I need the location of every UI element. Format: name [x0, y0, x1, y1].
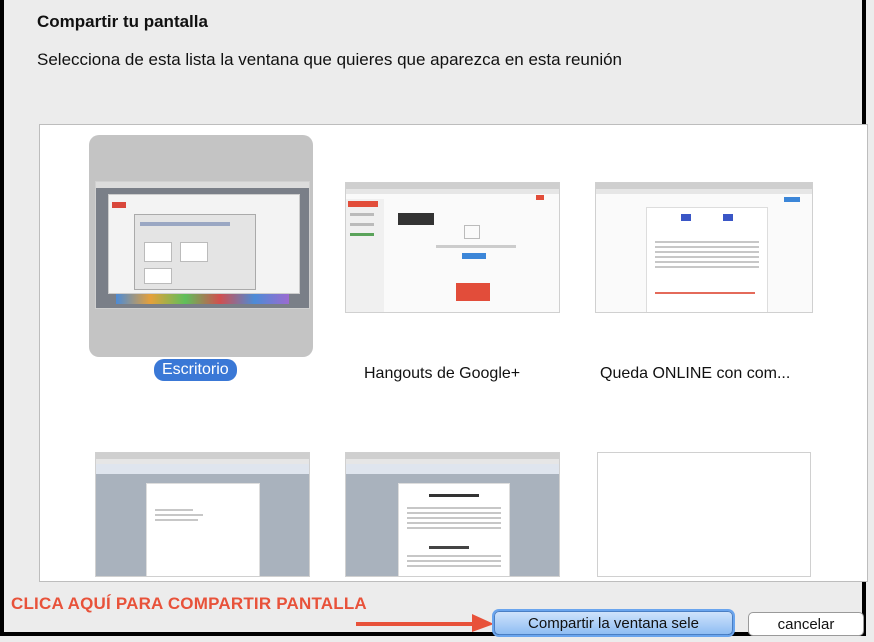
- share-screen-dialog: Compartir tu pantalla Selecciona de esta…: [0, 0, 868, 636]
- annotation-arrow-icon: [356, 614, 494, 632]
- window-label-queda-online[interactable]: Queda ONLINE con com...: [600, 365, 790, 383]
- window-thumb-hangouts[interactable]: [345, 182, 560, 313]
- dialog-title: Compartir tu pantalla: [37, 12, 208, 31]
- window-thumb-word-doc-2[interactable]: [345, 452, 560, 577]
- share-window-button[interactable]: Compartir la ventana sele: [494, 611, 733, 635]
- annotation-callout: CLICA AQUÍ PARA COMPARTIR PANTALLA: [11, 594, 367, 613]
- window-thumb-escritorio[interactable]: [95, 181, 310, 309]
- window-label-hangouts[interactable]: Hangouts de Google+: [364, 365, 520, 383]
- window-thumb-queda-online[interactable]: [595, 182, 813, 313]
- window-thumb-blank[interactable]: [597, 452, 811, 577]
- window-label-escritorio[interactable]: Escritorio: [154, 359, 237, 381]
- cancel-button[interactable]: cancelar: [748, 612, 864, 636]
- window-thumb-word-doc-1[interactable]: [95, 452, 310, 577]
- dialog-subtitle: Selecciona de esta lista la ventana que …: [37, 50, 623, 69]
- window-list: Escritorio Hangouts de Google+ Queda ONL…: [39, 124, 868, 582]
